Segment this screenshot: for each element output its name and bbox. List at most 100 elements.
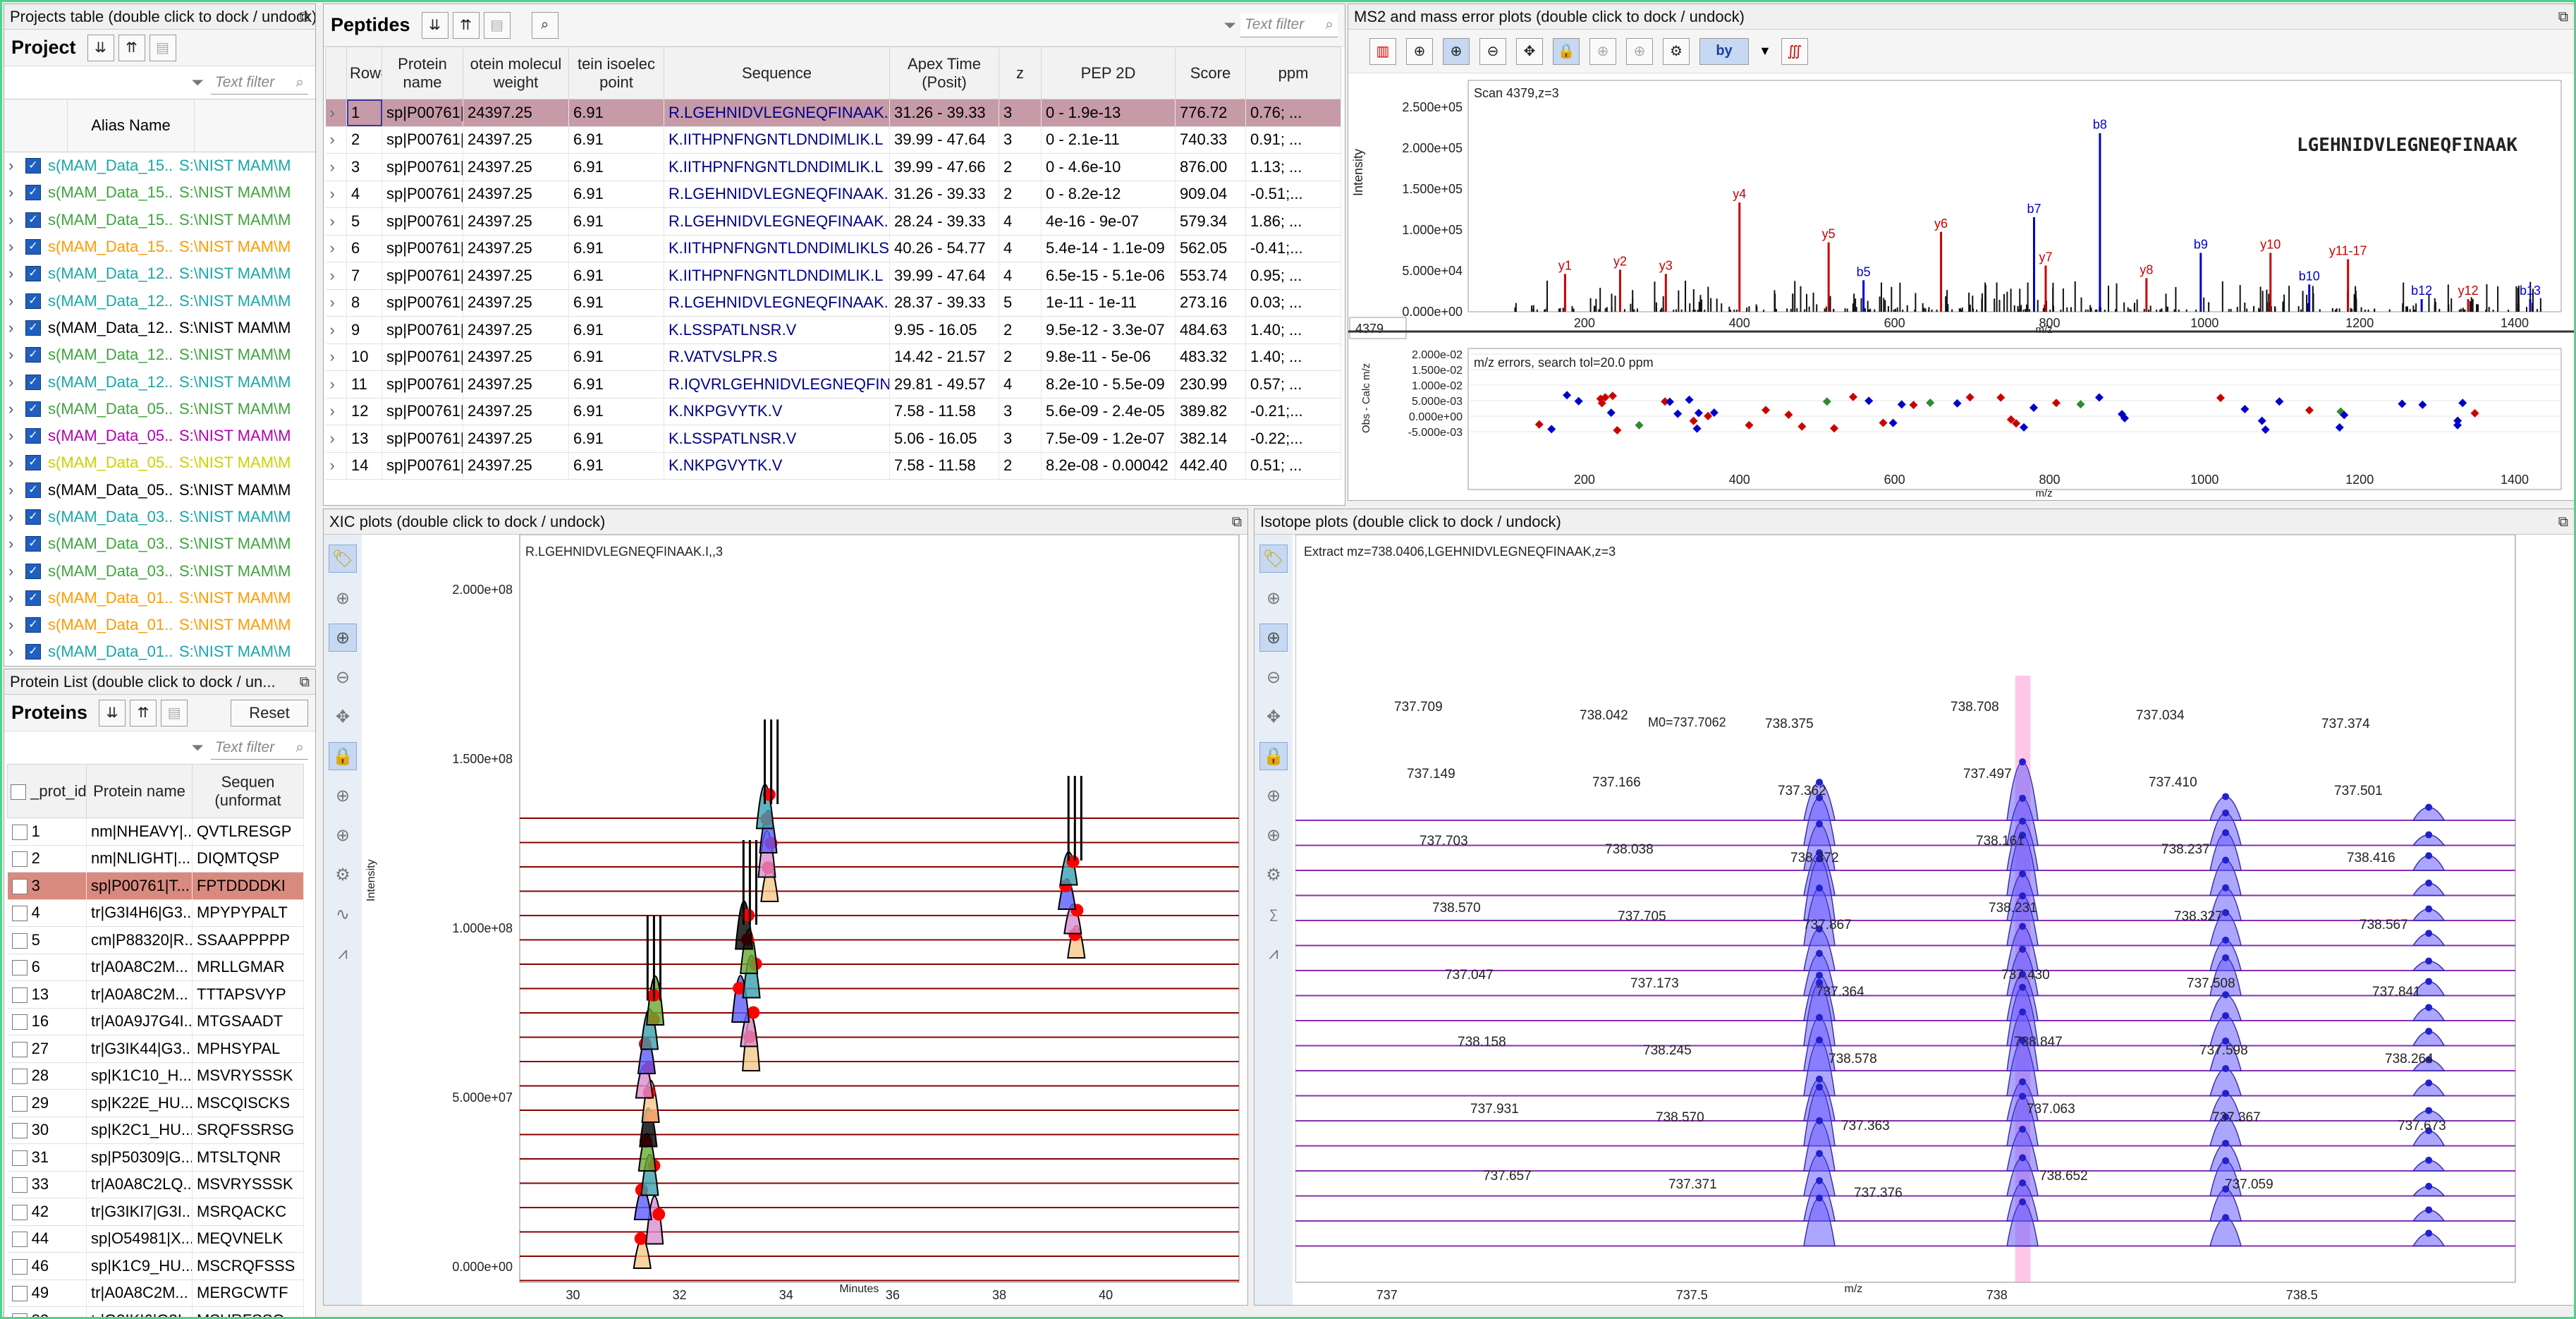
chevron-right-icon[interactable]: › xyxy=(325,370,347,399)
row-checkbox[interactable]: ✓ xyxy=(25,347,41,363)
protein-name-header[interactable]: Protein name xyxy=(381,47,463,99)
row-checkbox[interactable] xyxy=(11,1258,28,1275)
project-row[interactable]: › ✓ s(MAM_Data_12... S:\NIST MAM\M xyxy=(4,341,315,368)
ms2-spectrum-plot[interactable]: Scan 4379,z=3 2.500e+05 2.000e+05 1.500e+05… xyxy=(1348,73,2575,501)
chevron-right-icon[interactable]: › xyxy=(325,452,347,480)
chevron-right-icon[interactable]: › xyxy=(8,562,18,581)
protein-row[interactable]: 13 tr|A0A8C2M... TTTAPSVYP xyxy=(7,980,304,1009)
project-row[interactable]: › ✓ s(MAM_Data_03... S:\NIST MAM\M xyxy=(4,557,315,584)
ppm-header[interactable]: ppm xyxy=(1245,47,1341,99)
chevron-right-icon[interactable]: › xyxy=(8,183,18,202)
zoom-icon[interactable]: ⊕ xyxy=(1406,37,1433,65)
project-row[interactable]: ›✓s(MAM_Data_01...S:\NIST MAM\M xyxy=(4,612,315,638)
apex-time-header[interactable]: Apex Time (Posit) xyxy=(889,47,999,99)
row-checkbox[interactable] xyxy=(11,906,28,922)
spectrum-icon[interactable]: ▥ xyxy=(1369,37,1396,65)
project-row[interactable]: › ✓ s(MAM_Data_12... S:\NIST MAM\M xyxy=(4,287,315,314)
project-row[interactable]: › ✓ s(MAM_Data_15... S:\NIST MAM\M xyxy=(4,152,315,179)
chevron-right-icon[interactable]: › xyxy=(8,373,18,391)
pan-icon[interactable]: ✥ xyxy=(1259,703,1288,731)
row-checkbox[interactable]: ✓ xyxy=(25,563,41,579)
project-row[interactable]: › ✓ s(MAM_Data_05... S:\NIST MAM\M xyxy=(4,423,315,449)
row-checkbox[interactable] xyxy=(11,1150,28,1166)
row-checkbox[interactable]: ✓ xyxy=(25,401,41,417)
row-checkbox[interactable] xyxy=(11,1069,28,1085)
row-checkbox[interactable]: ✓ xyxy=(25,158,41,174)
row-checkbox[interactable] xyxy=(11,987,28,1003)
protein-panel-title[interactable]: Protein List (double click to dock / un.… xyxy=(4,669,315,695)
zoom-out-icon[interactable]: ⊖ xyxy=(1479,37,1506,65)
peptide-row[interactable]: ›9sp|P00761|...24397.256.91K.LSSPATLNSR.… xyxy=(325,316,1341,344)
tag-icon[interactable]: 🏷 xyxy=(329,545,357,573)
search-peptides-icon[interactable]: ⌕ xyxy=(531,11,558,39)
row-checkbox[interactable]: ✓ xyxy=(25,212,41,228)
ion-type-button[interactable]: by xyxy=(1699,37,1749,65)
row-checkbox[interactable] xyxy=(11,824,28,840)
xic-panel-title[interactable]: XIC plots (double click to dock / undock… xyxy=(324,509,1247,535)
protein-filter-input[interactable]: Text filter ⌕ xyxy=(210,736,308,760)
isotope-plot[interactable]: Extract mz=738.0406,LGEHNIDVLEGNEQFINAAK… xyxy=(1295,535,2572,1303)
chevron-right-icon[interactable]: › xyxy=(325,153,347,181)
row-checkbox[interactable]: ✓ xyxy=(25,374,41,390)
chevron-right-icon[interactable]: › xyxy=(325,181,347,208)
lock-icon[interactable]: 🔒 xyxy=(1259,742,1288,770)
zoom-y-icon[interactable]: ⊕ xyxy=(1626,37,1653,65)
row-checkbox[interactable] xyxy=(11,1204,28,1220)
row-checkbox[interactable]: ✓ xyxy=(25,482,41,498)
row-checkbox[interactable]: ✓ xyxy=(25,617,41,633)
isotope-panel-title[interactable]: Isotope plots (double click to dock / un… xyxy=(1255,509,2574,535)
collapse-all-icon[interactable]: ⇈ xyxy=(452,11,480,39)
row-checkbox[interactable]: ✓ xyxy=(25,185,41,201)
protein-row[interactable]: 16 tr|A0A9J7G4I... MTGSAADT xyxy=(7,1008,304,1035)
pep-2d-header[interactable]: PEP 2D xyxy=(1041,47,1176,99)
row-header[interactable]: Row# xyxy=(346,47,382,99)
row-checkbox[interactable] xyxy=(11,1095,28,1112)
expand-all-icon[interactable]: ⇊ xyxy=(421,11,448,39)
z-header[interactable]: z xyxy=(999,47,1042,99)
prot-id-header[interactable]: _prot_id xyxy=(7,764,87,818)
sequence-header[interactable]: Sequence xyxy=(664,47,890,99)
gear-icon[interactable]: ⚙ xyxy=(1259,861,1288,889)
chevron-right-icon[interactable]: › xyxy=(325,398,347,425)
zoom-out-icon[interactable]: ⊖ xyxy=(1259,663,1288,691)
protein-row[interactable]: 44 sp|O54981|X... MEQVNELK xyxy=(7,1225,304,1253)
chevron-right-icon[interactable]: › xyxy=(325,425,347,453)
project-row[interactable]: › ✓ s(MAM_Data_05... S:\NIST MAM\M xyxy=(4,396,315,423)
chevron-right-icon[interactable]: › xyxy=(8,265,18,283)
xic-plot[interactable]: R.LGEHNIDVLEGNEQFINAAK.I,,3 Intensity 2.00… xyxy=(365,535,1246,1303)
chevron-right-icon[interactable]: › xyxy=(325,289,347,317)
isoelectric-header[interactable]: tein isoelec point xyxy=(568,47,664,99)
protein-row[interactable]: 46 sp|K1C9_HU... MSCRQFSSS xyxy=(7,1252,304,1280)
chevron-right-icon[interactable]: › xyxy=(8,454,18,472)
row-checkbox[interactable] xyxy=(11,1232,28,1248)
row-checkbox[interactable]: ✓ xyxy=(25,266,41,282)
peptide-row[interactable]: ›6sp|P00761|...24397.256.91K.IITHPNFNGNT… xyxy=(325,235,1341,262)
protein-row[interactable]: 82 tr|G3IKI6|G3I...MSHRFSSQ xyxy=(7,1306,304,1317)
chevron-right-icon[interactable]: › xyxy=(8,616,18,634)
chevron-right-icon[interactable]: › xyxy=(8,589,18,607)
row-checkbox[interactable] xyxy=(11,1014,28,1031)
row-checkbox[interactable] xyxy=(11,1177,28,1193)
project-row[interactable]: › ✓ s(MAM_Data_05... S:\NIST MAM\M xyxy=(4,449,315,476)
project-row[interactable]: › ✓ s(MAM_Data_05... S:\NIST MAM\M xyxy=(4,477,315,504)
peptide-row[interactable]: ›14sp|P00761|...24397.256.91K.NKPGVYTK.V… xyxy=(325,452,1341,480)
project-row[interactable]: › ✓ s(MAM_Data_12... S:\NIST MAM\M xyxy=(4,260,315,287)
zoom-y-icon[interactable]: ⊕ xyxy=(1259,821,1288,849)
filter-settings-icon[interactable]: ▤ xyxy=(483,11,511,39)
project-row[interactable]: ›✓s(MAM_Data_01...S:\NIST MAM\M xyxy=(4,666,315,667)
protein-name-header[interactable]: Protein name xyxy=(86,764,193,818)
zoom-icon[interactable]: ⊕ xyxy=(329,584,357,612)
sequence-header[interactable]: Sequen (unformat xyxy=(192,764,304,818)
row-checkbox[interactable]: ✓ xyxy=(25,320,41,336)
peptide-row[interactable]: ›1sp|P00761|...24397.256.91R.LGEHNIDVLEG… xyxy=(325,99,1341,127)
protein-row[interactable]: 30 sp|K2C1_HU... SRQFSSRSG xyxy=(7,1117,304,1144)
protein-row[interactable]: 31 sp|P50309|G... MTSLTQNR xyxy=(7,1143,304,1172)
protein-row[interactable]: 27 tr|G3IK44|G3... MPHSYPAL xyxy=(7,1035,304,1063)
peptide-row[interactable]: ›12sp|P00761|...24397.256.91K.NKPGVYTK.V… xyxy=(325,398,1341,425)
row-checkbox[interactable] xyxy=(11,960,28,976)
tag-icon[interactable]: 🏷 xyxy=(1259,545,1288,573)
chevron-right-icon[interactable]: › xyxy=(8,535,18,553)
gear-icon[interactable]: ⚙ xyxy=(1663,37,1690,65)
row-checkbox[interactable] xyxy=(11,1123,28,1139)
row-checkbox[interactable] xyxy=(11,851,28,868)
